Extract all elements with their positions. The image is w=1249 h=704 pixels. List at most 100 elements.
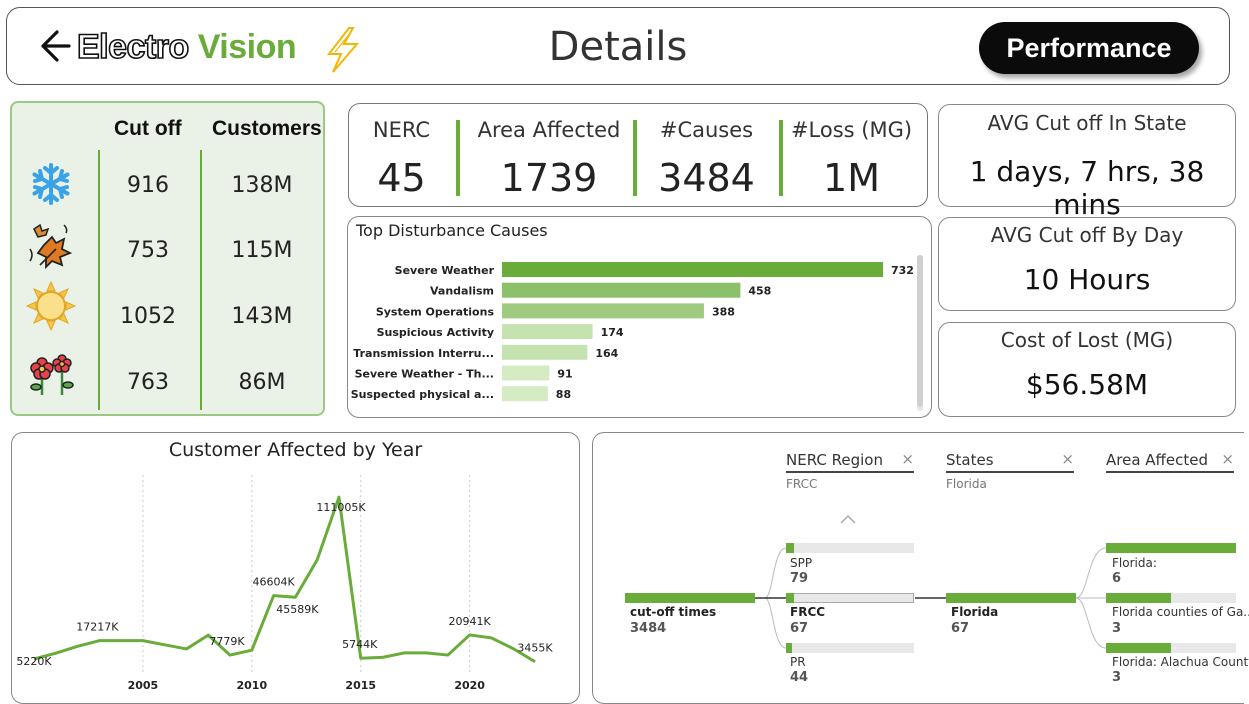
remove-level-close-icon[interactable]: × [1061,450,1074,468]
cause-category-label: System Operations [376,305,495,318]
cause-value-label: 458 [748,285,771,298]
root-label: cut-off times [630,605,717,619]
frcc-value: 67 [790,621,809,636]
year-data-label: 5744K [342,638,378,651]
florida-bar [946,593,1076,603]
nerc-region-header-label: NERC Region [786,451,883,469]
area-affected-value: 1739 [500,156,598,200]
performance-button[interactable]: Performance [979,22,1199,74]
spp-bar-track [786,543,914,553]
causes-scrollbar[interactable] [917,255,923,411]
spp-bar [786,543,794,553]
area-3-label: Florida: Alachua County [1112,655,1249,669]
winter-customers-value: 138M [231,173,293,198]
summer-cutoff-value: 1052 [120,304,176,329]
causes-scrollbar-thumb[interactable] [917,255,923,407]
cause-category-label: Vandalism [430,285,494,298]
cause-bar[interactable] [502,365,550,381]
causes-label: #Causes [659,118,754,142]
avg-cutoff-day-value: 10 Hours [1023,263,1151,296]
winter-cutoff-value: 916 [127,173,169,198]
frcc-bar-track [786,593,914,603]
frcc-label: FRCC [790,605,826,619]
area-1-bar [1106,543,1236,553]
top-causes-title: Top Disturbance Causes [356,221,548,240]
year-data-label: 7779K [209,635,245,648]
spring-flowers-icon [30,354,74,395]
florida-value: 67 [951,621,970,636]
summer-customers-value: 143M [231,304,293,329]
spp-value: 79 [790,571,809,586]
autumn-cutoff-value: 753 [127,238,169,263]
area-2-bar [1106,593,1171,603]
year-data-label: 45589K [276,603,319,616]
cutoff-column-header: Cut off [114,117,182,140]
nerc-label: NERC [372,118,431,142]
cost-of-lost-value: $56.58M [1025,368,1149,401]
year-tick-label: 2005 [128,679,159,692]
pr-value: 44 [790,670,809,685]
year-data-label: 3455K [517,642,553,655]
remove-level-close-icon[interactable]: × [1221,450,1234,468]
cause-category-label: Suspicious Activity [377,326,494,339]
avg-cutoff-day-label: AVG Cut off By Day [990,223,1184,247]
kpi-divider [779,120,783,196]
autumn-leaves-icon [29,223,73,270]
customer-by-year-title: Customer Affected by Year [168,439,423,461]
kpi-card: NERC 45 Area Affected 1739 #Causes 3484 … [348,103,928,207]
area-2-label: Florida counties of Ga... [1112,605,1249,619]
pr-bar [786,643,792,653]
florida-label: Florida [951,605,999,619]
area-3-bar [1106,643,1171,653]
area-2-value: 3 [1112,621,1122,636]
cause-value-label: 91 [557,368,572,381]
customer-by-year-line-chart: 2005 2010 2015 2020 5220K 17217K 7779K 46604K 45… [16,475,553,692]
top-causes-chart-card: Severe Weather 732 Vandalism 458 System Oper… [347,216,932,418]
snowflake-icon [32,163,70,205]
area-3-value: 3 [1112,670,1122,685]
kpi-divider [456,120,460,196]
top-causes-bar-chart: Severe Weather 732 Vandalism 458 System Oper… [351,262,914,402]
cause-category-label: Severe Weather - Th... [355,368,494,381]
cause-bar[interactable] [502,324,593,340]
cause-value-label: 88 [556,388,571,401]
cause-category-label: Transmission Interru... [353,347,494,360]
cost-of-lost-card: Cost of Lost (MG) $56.58M [938,322,1236,417]
avg-cutoff-day-card: AVG Cut off By Day 10 Hours [938,217,1236,311]
states-selected: Florida [946,477,987,491]
decomposition-tree: NERC Region × FRCC States × Florida Area… [592,432,1249,704]
year-data-label: 20941K [449,615,492,628]
loss-label: #Loss (MG) [790,118,913,142]
cause-value-label: 732 [891,264,914,277]
cause-value-label: 174 [601,326,624,339]
area-affected-header-label: Area Affected [1106,451,1208,469]
kpi-divider [633,120,637,196]
avg-cutoff-state-label: AVG Cut off In State [987,111,1187,135]
cause-bar[interactable] [502,282,741,298]
remove-level-close-icon[interactable]: × [901,450,914,468]
season-summary-card: Cut off Customers 916 138M 753 115M 1052… [10,101,325,416]
autumn-customers-value: 115M [231,238,293,263]
cost-of-lost-label: Cost of Lost (MG) [1000,328,1174,352]
spring-cutoff-value: 763 [127,370,169,395]
year-data-label: 46604K [252,576,295,589]
cause-bar[interactable] [502,344,588,360]
year-data-label: 17217K [76,621,119,634]
avg-cutoff-state-card: AVG Cut off In State 1 days, 7 hrs, 38 m… [938,104,1236,221]
avg-cutoff-state-value: 1 days, 7 hrs, 38 mins [969,155,1205,221]
loss-value: 1M [823,156,880,200]
area-1-value: 6 [1112,571,1122,586]
chevron-up-icon[interactable] [840,514,856,524]
cause-bar[interactable] [502,262,883,277]
year-tick-label: 2015 [345,679,376,692]
year-tick-label: 2010 [237,679,268,692]
area-1-label: Florida: [1112,556,1157,570]
cause-value-label: 164 [595,347,618,360]
frcc-bar [786,593,794,603]
cause-bar[interactable] [502,303,704,319]
cause-bar[interactable] [502,386,548,402]
states-header-label: States [946,451,994,469]
column-divider [200,150,202,410]
root-bar [625,593,755,603]
year-tick-label: 2020 [454,679,485,692]
